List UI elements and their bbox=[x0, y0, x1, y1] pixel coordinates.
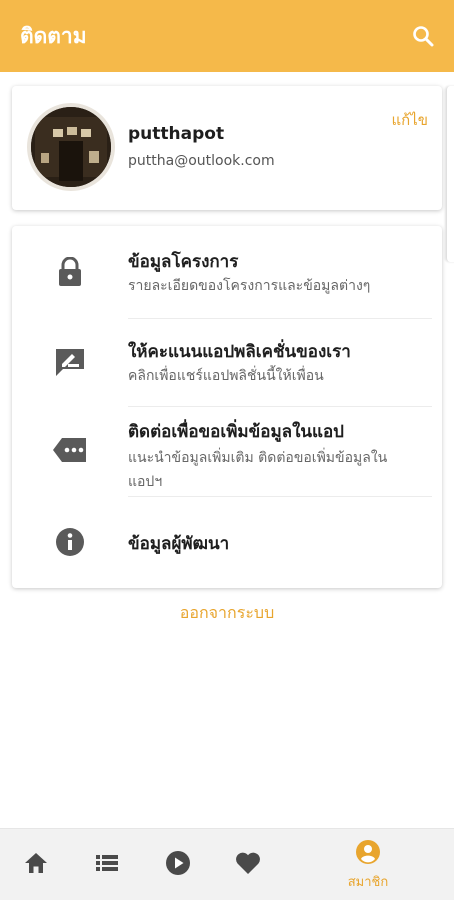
nav-favorites[interactable] bbox=[218, 829, 278, 900]
edit-profile-link[interactable]: แก้ไข bbox=[391, 108, 428, 132]
menu-item-title: ข้อมูลโครงการ bbox=[128, 252, 239, 272]
play-icon bbox=[165, 850, 191, 880]
message-tag-icon bbox=[52, 432, 88, 468]
settings-menu: ข้อมูลโครงการ รายละเอียดของโครงการและข้อ… bbox=[12, 226, 442, 588]
menu-item-subtitle: คลิกเพื่อแชร์แอปพลิชั่นนี้ให้เพื่อน bbox=[128, 368, 324, 384]
logout-button[interactable]: ออกจากระบบ bbox=[0, 601, 454, 626]
nav-home[interactable] bbox=[6, 829, 66, 900]
list-icon bbox=[95, 853, 119, 877]
menu-item-subtitle: รายละเอียดของโครงการและข้อมูลต่างๆ bbox=[128, 278, 371, 294]
bottom-nav: สมาชิก bbox=[0, 828, 454, 900]
heart-icon bbox=[235, 851, 261, 879]
menu-item-title: ให้คะแนนแอปพลิเคชั่นของเรา bbox=[128, 342, 351, 362]
menu-item-rate-app[interactable]: ให้คะแนนแอปพลิเคชั่นของเรา คลิกเพื่อแชร์… bbox=[12, 318, 442, 408]
profile-name: putthapot bbox=[128, 124, 225, 144]
nav-play[interactable] bbox=[148, 829, 208, 900]
profile-card: putthapot puttha@outlook.com แก้ไข bbox=[12, 86, 442, 210]
lock-icon bbox=[52, 254, 88, 290]
profile-email: puttha@outlook.com bbox=[128, 153, 275, 169]
menu-item-subtitle: แนะนำข้อมูลเพิ่มเติม ติดต่อขอเพิ่มข้อมูล… bbox=[128, 450, 388, 490]
menu-item-contact-request[interactable]: ติดต่อเพื่อขอเพิ่มข้อมูลในแอป แนะนำข้อมู… bbox=[12, 406, 442, 498]
home-icon bbox=[24, 852, 48, 878]
menu-item-project-info[interactable]: ข้อมูลโครงการ รายละเอียดของโครงการและข้อ… bbox=[12, 226, 442, 318]
menu-item-title: ข้อมูลผู้พัฒนา bbox=[128, 534, 230, 554]
rate-edit-icon bbox=[52, 344, 88, 380]
nav-list[interactable] bbox=[77, 829, 137, 900]
adjacent-card-edge bbox=[446, 86, 454, 262]
info-icon bbox=[52, 524, 88, 560]
search-icon[interactable] bbox=[408, 21, 438, 51]
app-bar: ติดตาม bbox=[0, 0, 454, 72]
account-icon bbox=[355, 839, 381, 869]
menu-item-title: ติดต่อเพื่อขอเพิ่มข้อมูลในแอป bbox=[128, 422, 344, 442]
page-title: ติดตาม bbox=[20, 23, 87, 48]
nav-member-label: สมาชิก bbox=[347, 874, 389, 890]
nav-member[interactable]: สมาชิก bbox=[338, 829, 398, 900]
menu-item-developer-info[interactable]: ข้อมูลผู้พัฒนา bbox=[12, 496, 442, 588]
avatar bbox=[27, 103, 115, 191]
